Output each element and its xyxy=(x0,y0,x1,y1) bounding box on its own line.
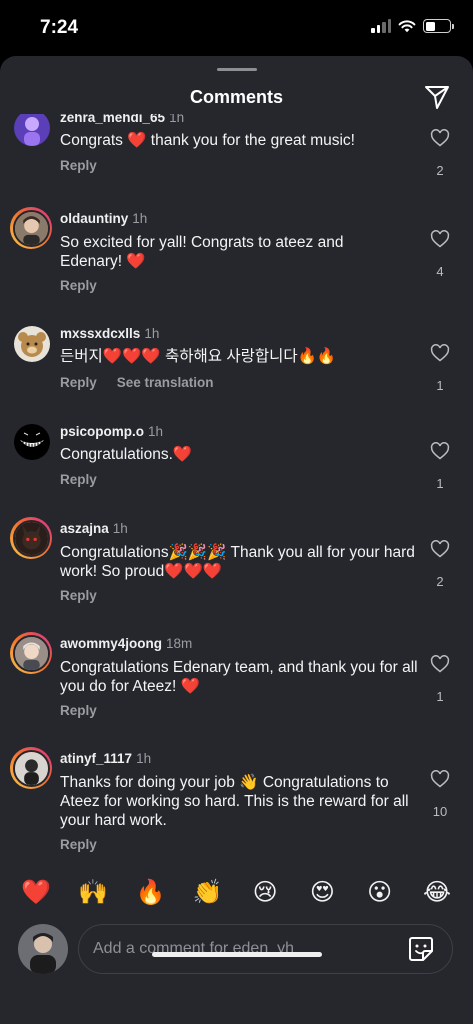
status-bar: 7:24 xyxy=(0,0,473,56)
comments-sheet: Comments zehra_mehdi_65 1h Congrats ❤️ th… xyxy=(0,56,473,1024)
comment-username[interactable]: awommy4joong xyxy=(60,636,162,651)
comment-username[interactable]: atinyf_1117 xyxy=(60,751,132,766)
emoji-fire-button[interactable]: 🔥 xyxy=(135,878,167,907)
home-indicator[interactable] xyxy=(152,952,322,957)
like-count: 2 xyxy=(436,574,444,589)
comment-time: 1h xyxy=(112,521,128,536)
avatar[interactable] xyxy=(14,326,50,362)
comment-time: 1h xyxy=(148,424,164,439)
emoji-heart-eyes-button[interactable]: 😍 xyxy=(306,878,338,907)
comment-username[interactable]: zehra_mehdi_65 xyxy=(60,114,165,125)
battery-icon xyxy=(423,19,454,33)
heart-outline-icon[interactable] xyxy=(430,654,450,674)
status-icons xyxy=(371,19,454,33)
emoji-laugh-button[interactable]: 😂 xyxy=(421,878,453,907)
comment-time: 18m xyxy=(166,636,193,651)
comment-time: 1h xyxy=(136,751,152,766)
reply-button[interactable]: Reply xyxy=(60,472,97,487)
send-icon[interactable] xyxy=(423,83,451,111)
comment-text: So excited for yall! Congrats to ateez a… xyxy=(60,234,344,270)
comment-text: Congratulations.❤️ xyxy=(60,446,193,463)
comment-username[interactable]: psicopomp.o xyxy=(60,424,144,439)
reply-button[interactable]: Reply xyxy=(60,837,97,852)
sticker-icon[interactable] xyxy=(407,935,435,963)
avatar[interactable] xyxy=(10,632,52,674)
reply-button[interactable]: Reply xyxy=(60,375,97,390)
avatar[interactable] xyxy=(10,517,52,559)
comment-input[interactable] xyxy=(78,924,453,974)
comment-text: Congratulations🎉🎉🎉 Thank you all for you… xyxy=(60,544,415,580)
emoji-raised-hands-button[interactable]: 🙌 xyxy=(77,878,109,907)
like-count: 2 xyxy=(436,163,444,178)
like-count: 1 xyxy=(436,378,444,393)
emoji-heart-button[interactable]: ❤️ xyxy=(20,878,52,907)
like-count: 4 xyxy=(436,264,444,279)
sheet-grabber[interactable] xyxy=(217,68,257,71)
reply-button[interactable]: Reply xyxy=(60,703,97,718)
like-count: 10 xyxy=(432,804,448,819)
comment-username[interactable]: mxssxdcxlls xyxy=(60,326,140,341)
my-avatar[interactable] xyxy=(18,924,68,974)
emoji-reaction-bar: ❤️ 🙌 🔥 👏 😢 😍 😮 😂 xyxy=(0,870,473,914)
comment-time: 1h xyxy=(144,326,160,341)
signal-icon xyxy=(371,19,391,33)
comment-composer xyxy=(0,918,473,978)
status-time: 7:24 xyxy=(40,17,79,38)
see-translation-button[interactable]: See translation xyxy=(117,375,214,390)
heart-outline-icon[interactable] xyxy=(430,343,450,363)
emoji-wow-button[interactable]: 😮 xyxy=(364,878,396,907)
heart-outline-icon[interactable] xyxy=(430,229,450,249)
comment-username[interactable]: oldauntiny xyxy=(60,211,128,226)
comment-text: Congrats ❤️ thank you for the great musi… xyxy=(60,132,355,149)
avatar[interactable] xyxy=(10,207,52,249)
avatar[interactable] xyxy=(14,424,50,460)
comment-text: 든버지❤️❤️❤️ 축하해요 사랑합니다🔥🔥 xyxy=(60,348,337,365)
like-count: 1 xyxy=(436,476,444,491)
emoji-clap-button[interactable]: 👏 xyxy=(192,878,224,907)
heart-outline-icon[interactable] xyxy=(430,539,450,559)
sheet-title: Comments xyxy=(189,87,283,107)
comments-list[interactable]: zehra_mehdi_65 1h Congrats ❤️ thank you f… xyxy=(0,114,473,866)
avatar[interactable] xyxy=(10,747,52,789)
like-count: 1 xyxy=(436,689,444,704)
comment-text: Thanks for doing your job 👋 Congratulati… xyxy=(60,774,409,829)
comment-username[interactable]: aszajna xyxy=(60,521,109,536)
heart-outline-icon[interactable] xyxy=(430,128,450,148)
avatar[interactable] xyxy=(14,114,50,146)
heart-outline-icon[interactable] xyxy=(430,769,450,789)
wifi-icon xyxy=(398,20,416,33)
comment-time: 1h xyxy=(132,211,148,226)
reply-button[interactable]: Reply xyxy=(60,158,97,173)
reply-button[interactable]: Reply xyxy=(60,278,97,293)
reply-button[interactable]: Reply xyxy=(60,588,97,603)
emoji-cry-button[interactable]: 😢 xyxy=(249,878,281,907)
heart-outline-icon[interactable] xyxy=(430,441,450,461)
comment-text: Congratulations Edenary team, and thank … xyxy=(60,659,418,695)
comment-time: 1h xyxy=(169,114,185,125)
